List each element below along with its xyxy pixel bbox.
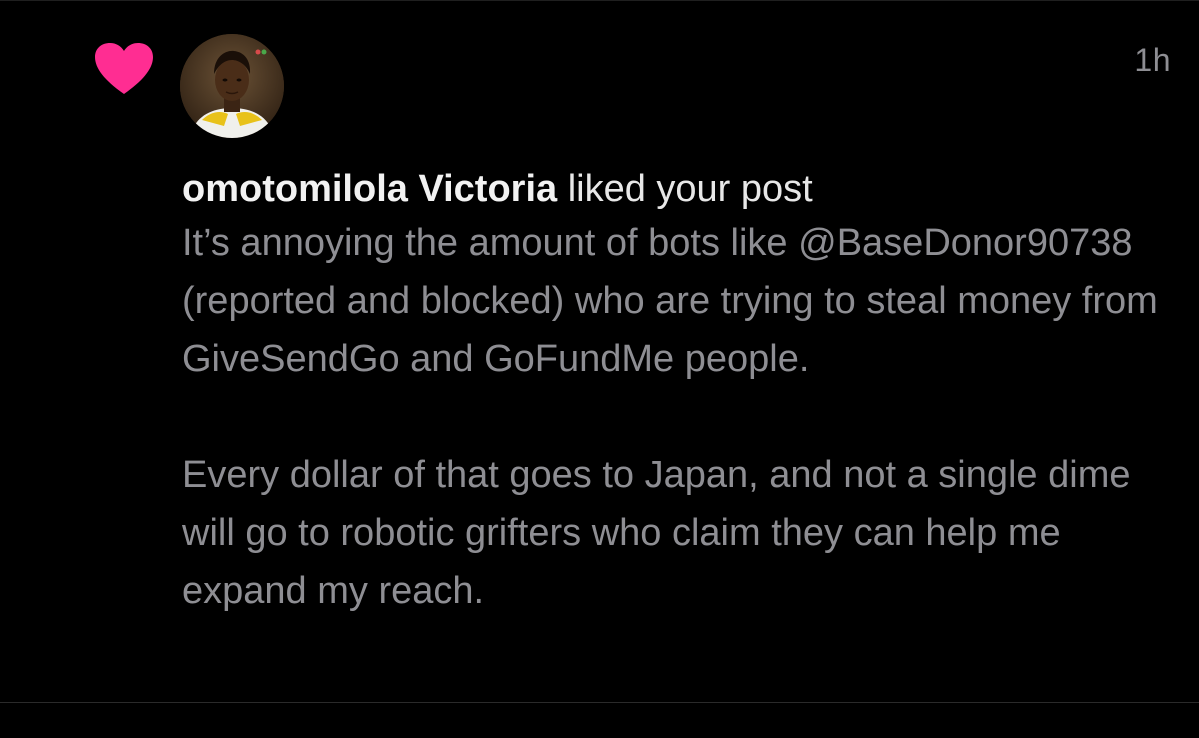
heart-icon [95, 43, 153, 94]
avatar[interactable] [180, 34, 284, 138]
notification-headline: omotomilola Victoria liked your post [182, 164, 1172, 214]
notification-content: omotomilola Victoria liked your post It’… [182, 164, 1172, 620]
post-paragraph[interactable]: Every dollar of that goes to Japan, and … [182, 446, 1172, 620]
notification-action: liked your post [567, 168, 813, 210]
bottom-divider [0, 702, 1199, 703]
top-divider [0, 0, 1199, 1]
post-paragraph[interactable]: It’s annoying the amount of bots like @B… [182, 214, 1172, 388]
username-link[interactable]: omotomilola Victoria [182, 168, 557, 210]
timestamp: 1h [1134, 42, 1171, 78]
avatar-image [180, 34, 284, 138]
